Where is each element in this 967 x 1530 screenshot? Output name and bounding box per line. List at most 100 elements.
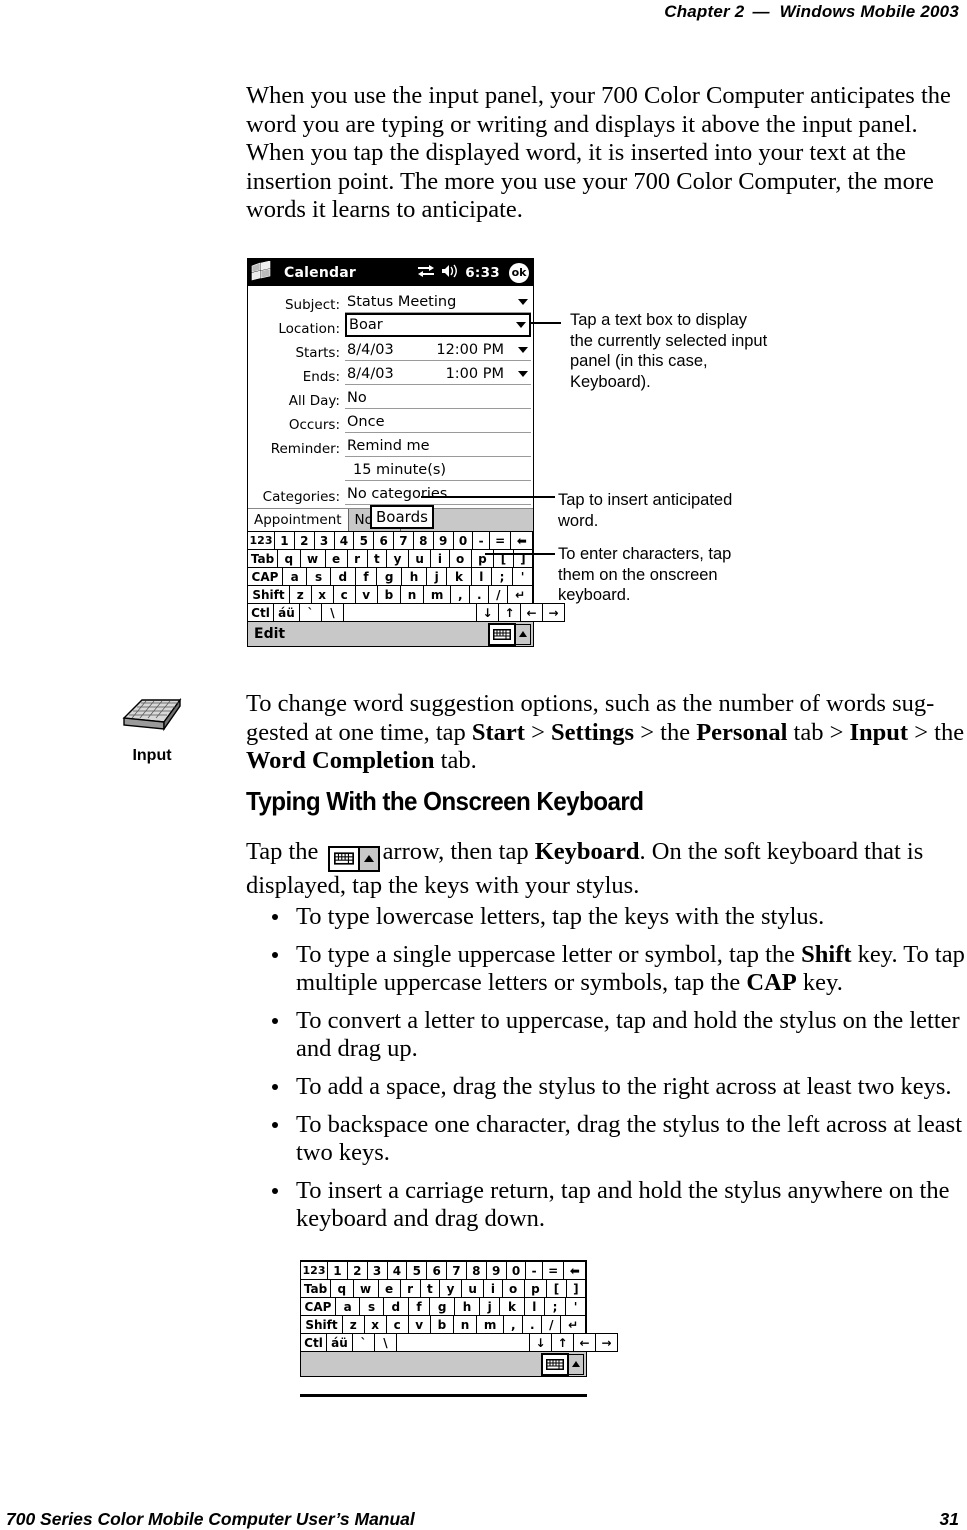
key-comma[interactable]: , xyxy=(450,585,471,604)
key-6[interactable]: 6 xyxy=(373,531,395,550)
key-shift[interactable]: Shift xyxy=(247,585,290,604)
input-panel-chevron-up-icon[interactable] xyxy=(516,623,531,645)
key-c[interactable]: c xyxy=(332,585,356,604)
input-panel-selector-icon[interactable] xyxy=(327,845,380,872)
key-1[interactable]: 1 xyxy=(274,531,295,550)
key-bracket-right[interactable]: ] xyxy=(512,549,534,568)
key-tab[interactable]: Tab xyxy=(247,549,278,568)
key-bracket-right[interactable]: ] xyxy=(565,1279,587,1298)
key-n[interactable]: n xyxy=(400,585,425,604)
key-backslash[interactable]: \ xyxy=(374,1333,397,1352)
input-panel-icon[interactable] xyxy=(541,1352,569,1376)
key-comma[interactable]: , xyxy=(503,1315,524,1334)
key-semicolon[interactable]: ; xyxy=(544,1297,567,1316)
key-e[interactable]: e xyxy=(377,1279,401,1298)
key-8[interactable]: 8 xyxy=(412,531,434,550)
key-h[interactable]: h xyxy=(401,567,427,586)
key-cap[interactable]: CAP xyxy=(300,1297,336,1316)
key-l[interactable]: l xyxy=(523,1297,545,1316)
key-j[interactable]: j xyxy=(425,567,448,586)
key-b[interactable]: b xyxy=(429,1315,455,1334)
field-reminder-minutes[interactable]: 15 minute(s) xyxy=(345,459,531,481)
key-1[interactable]: 1 xyxy=(327,1261,348,1280)
key-8[interactable]: 8 xyxy=(465,1261,487,1280)
key-accent[interactable]: áü xyxy=(326,1333,353,1352)
key-period[interactable]: . xyxy=(522,1315,543,1334)
key-c[interactable]: c xyxy=(385,1315,409,1334)
key-3[interactable]: 3 xyxy=(313,531,335,550)
key-slash[interactable]: / xyxy=(488,585,509,604)
key-g[interactable]: g xyxy=(429,1297,456,1316)
chevron-down-icon[interactable] xyxy=(516,322,526,328)
key-s[interactable]: s xyxy=(359,1297,384,1316)
key-h[interactable]: h xyxy=(454,1297,480,1316)
key-7[interactable]: 7 xyxy=(446,1261,467,1280)
key-o[interactable]: o xyxy=(501,1279,525,1298)
key-r[interactable]: r xyxy=(399,1279,421,1298)
key-space[interactable] xyxy=(396,1333,530,1352)
key-u[interactable]: u xyxy=(460,1279,485,1298)
field-categories[interactable]: No categories... xyxy=(345,483,531,505)
key-x[interactable]: x xyxy=(310,585,334,604)
key-period[interactable]: . xyxy=(469,585,490,604)
key-d[interactable]: d xyxy=(382,1297,409,1316)
chevron-down-icon[interactable] xyxy=(518,298,528,305)
key-i[interactable]: i xyxy=(483,1279,503,1298)
tab-appointment[interactable]: Appointment xyxy=(248,509,349,531)
key-a[interactable]: a xyxy=(335,1297,361,1316)
key-4[interactable]: 4 xyxy=(386,1261,408,1280)
key-q[interactable]: q xyxy=(277,549,301,568)
connectivity-icon[interactable] xyxy=(417,264,435,282)
key-b[interactable]: b xyxy=(376,585,402,604)
key-equals[interactable]: = xyxy=(541,1261,565,1280)
chevron-down-icon[interactable] xyxy=(518,370,528,377)
key-z[interactable]: z xyxy=(342,1315,365,1334)
key-arrow-right-icon[interactable]: → xyxy=(542,603,565,622)
field-subject[interactable]: Status Meeting xyxy=(345,291,531,313)
key-7[interactable]: 7 xyxy=(393,531,414,550)
key-y[interactable]: y xyxy=(439,1279,462,1298)
key-arrow-down-icon[interactable]: ↓ xyxy=(476,603,499,622)
key-0[interactable]: 0 xyxy=(452,531,474,550)
field-all-day[interactable]: No xyxy=(345,387,531,409)
key-g[interactable]: g xyxy=(376,567,403,586)
key-5[interactable]: 5 xyxy=(353,531,375,550)
key-n[interactable]: n xyxy=(453,1315,478,1334)
key-slash[interactable]: / xyxy=(541,1315,562,1334)
key-accent[interactable]: áü xyxy=(273,603,300,622)
key-arrow-left-icon[interactable]: ← xyxy=(573,1333,596,1352)
key-j[interactable]: j xyxy=(478,1297,501,1316)
key-arrow-up-icon[interactable]: ↑ xyxy=(551,1333,574,1352)
key-p[interactable]: p xyxy=(470,549,495,568)
key-ctl[interactable]: Ctl xyxy=(300,1333,327,1352)
key-bracket-left[interactable]: [ xyxy=(493,549,514,568)
key-equals[interactable]: = xyxy=(488,531,512,550)
key-9[interactable]: 9 xyxy=(485,1261,507,1280)
volume-icon[interactable] xyxy=(441,264,459,282)
key-k[interactable]: k xyxy=(446,567,472,586)
key-backtick[interactable]: ` xyxy=(352,1333,375,1352)
key-tab[interactable]: Tab xyxy=(300,1279,331,1298)
key-z[interactable]: z xyxy=(289,585,312,604)
key-v[interactable]: v xyxy=(407,1315,431,1334)
key-cap[interactable]: CAP xyxy=(247,567,283,586)
key-l[interactable]: l xyxy=(470,567,492,586)
key-backspace-icon[interactable]: ⬅ xyxy=(563,1261,586,1280)
key-u[interactable]: u xyxy=(407,549,432,568)
key-enter-icon[interactable]: ↵ xyxy=(507,585,533,604)
key-minus[interactable]: - xyxy=(472,531,490,550)
key-5[interactable]: 5 xyxy=(406,1261,428,1280)
key-r[interactable]: r xyxy=(346,549,368,568)
key-arrow-left-icon[interactable]: ← xyxy=(520,603,543,622)
key-y[interactable]: y xyxy=(386,549,409,568)
key-t[interactable]: t xyxy=(419,1279,441,1298)
field-occurs[interactable]: Once xyxy=(345,411,531,433)
key-e[interactable]: e xyxy=(324,549,348,568)
key-space[interactable] xyxy=(343,603,477,622)
key-arrow-up-icon[interactable]: ↑ xyxy=(498,603,521,622)
key-0[interactable]: 0 xyxy=(505,1261,527,1280)
chevron-down-icon[interactable] xyxy=(518,346,528,353)
key-arrow-right-icon[interactable]: → xyxy=(595,1333,618,1352)
key-o[interactable]: o xyxy=(448,549,472,568)
key-3[interactable]: 3 xyxy=(366,1261,388,1280)
